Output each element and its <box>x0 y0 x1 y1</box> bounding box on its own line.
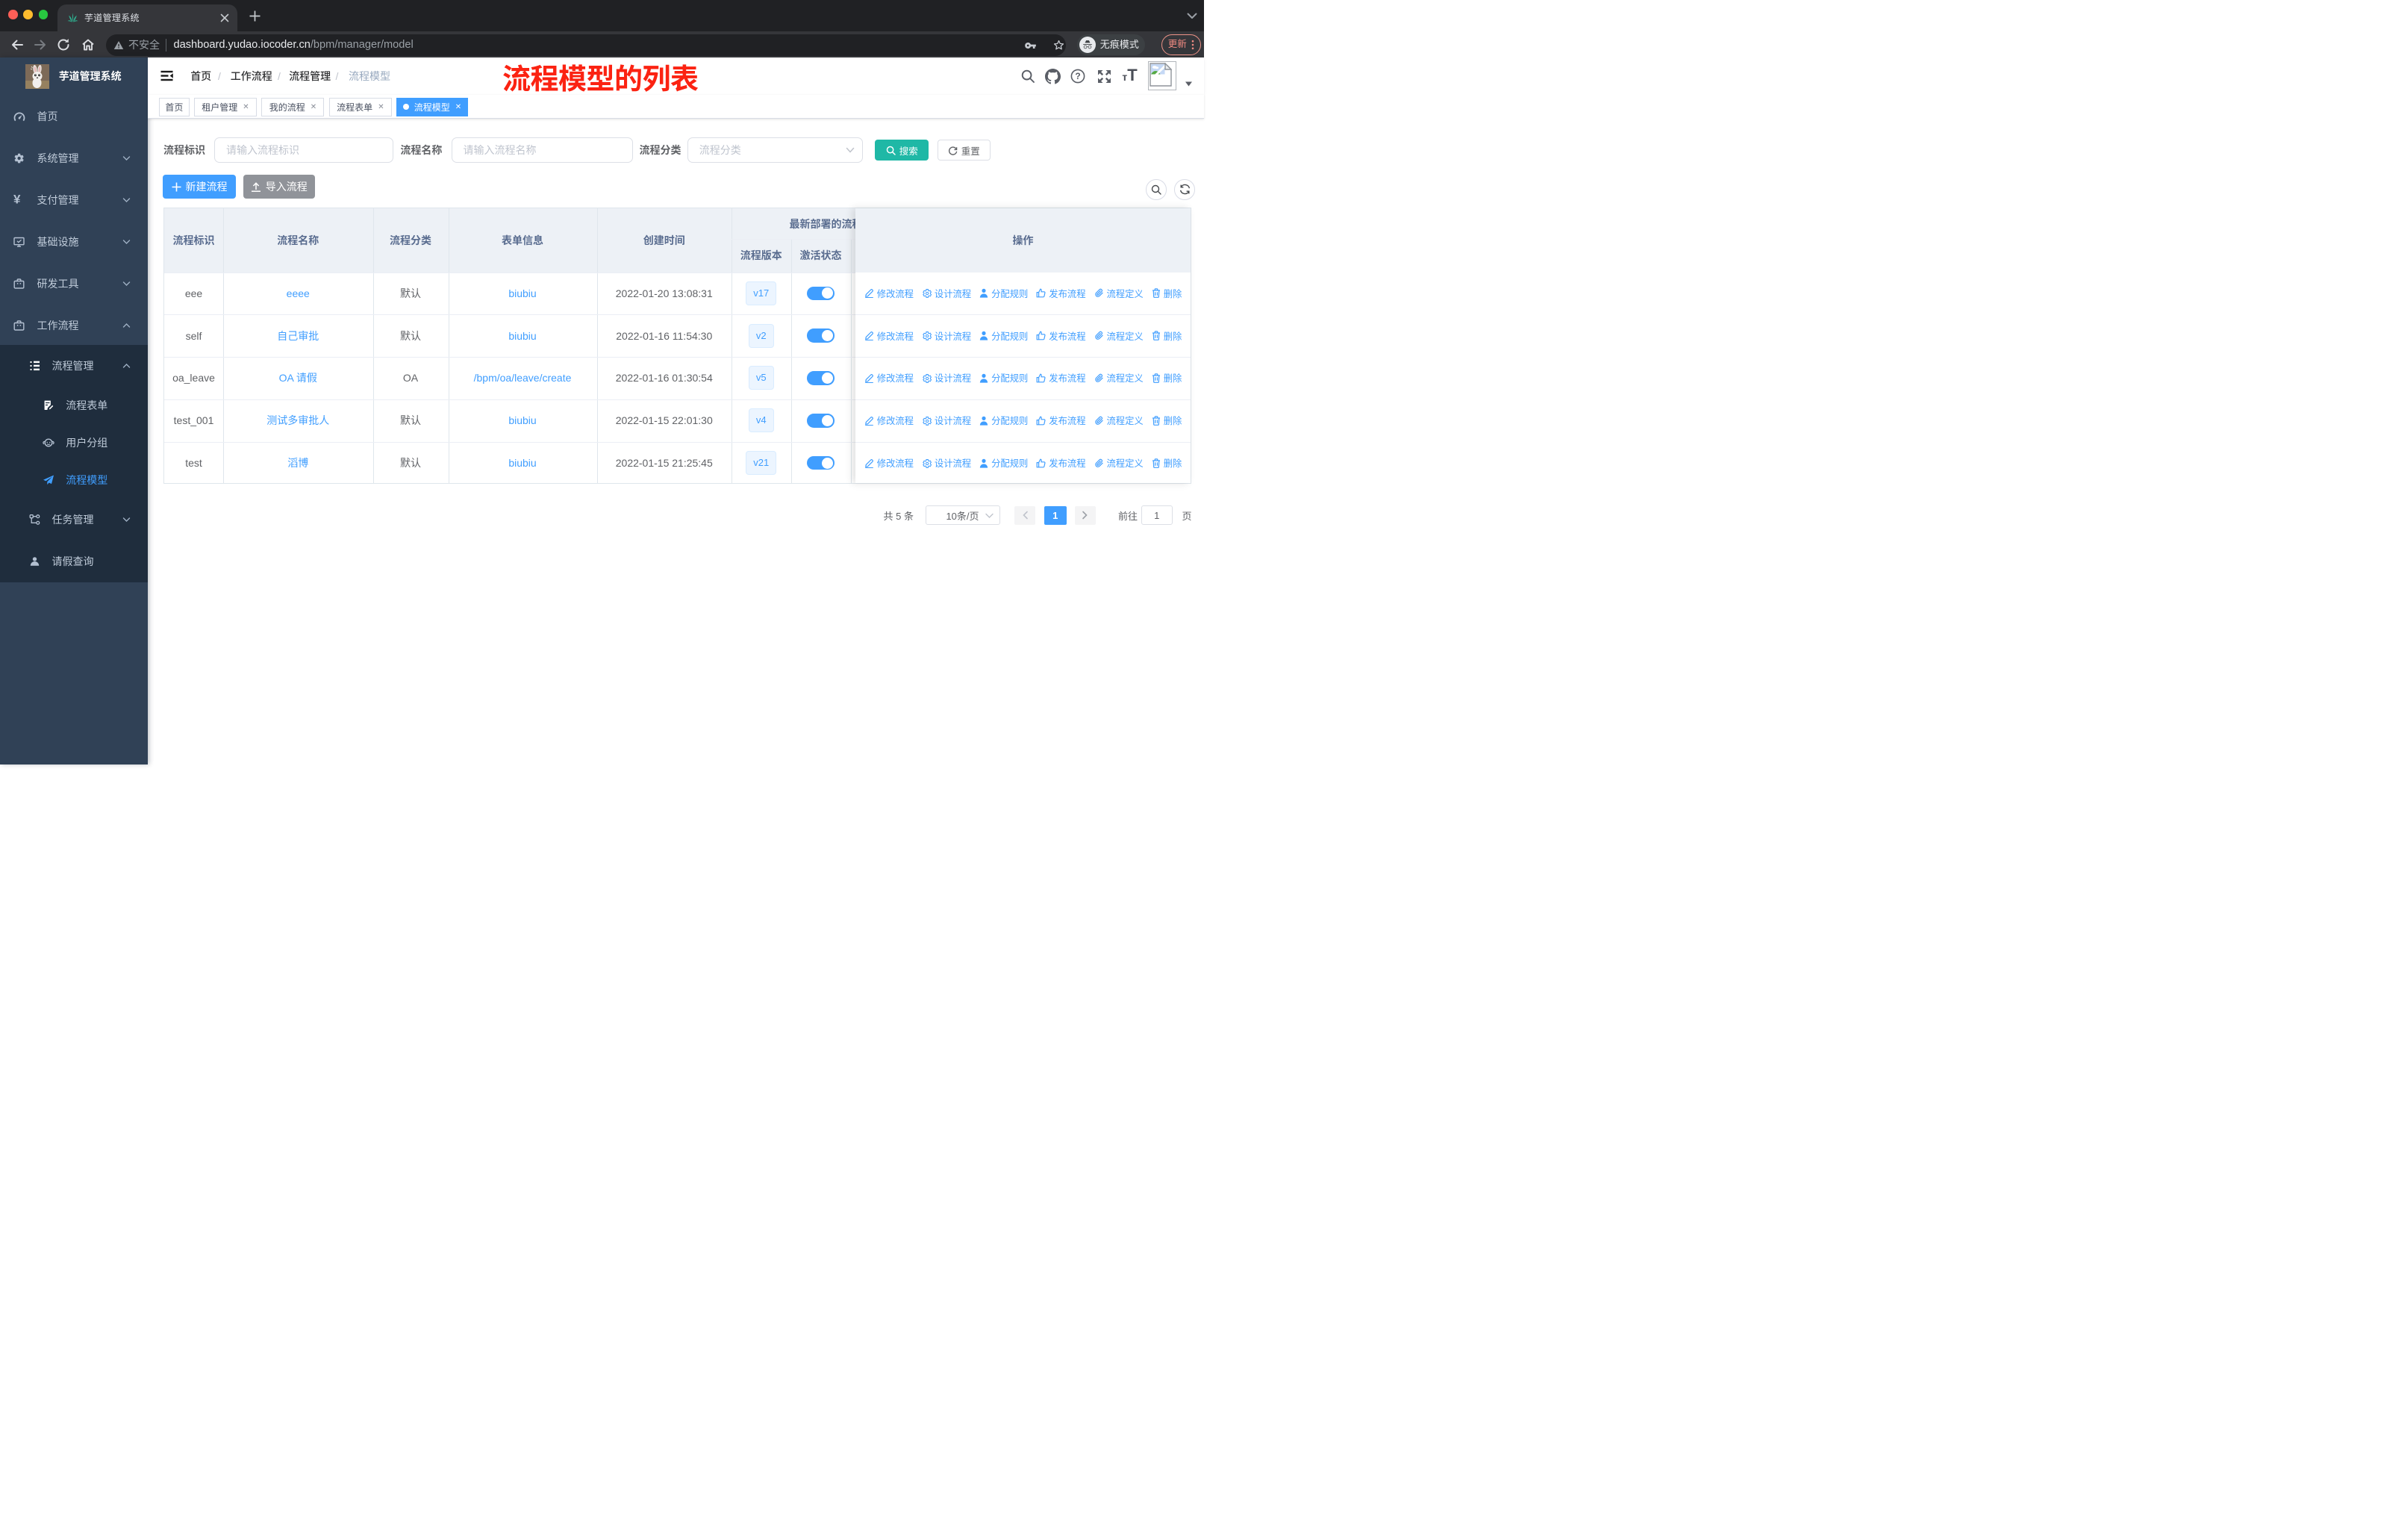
svg-text:?: ? <box>1075 71 1080 81</box>
